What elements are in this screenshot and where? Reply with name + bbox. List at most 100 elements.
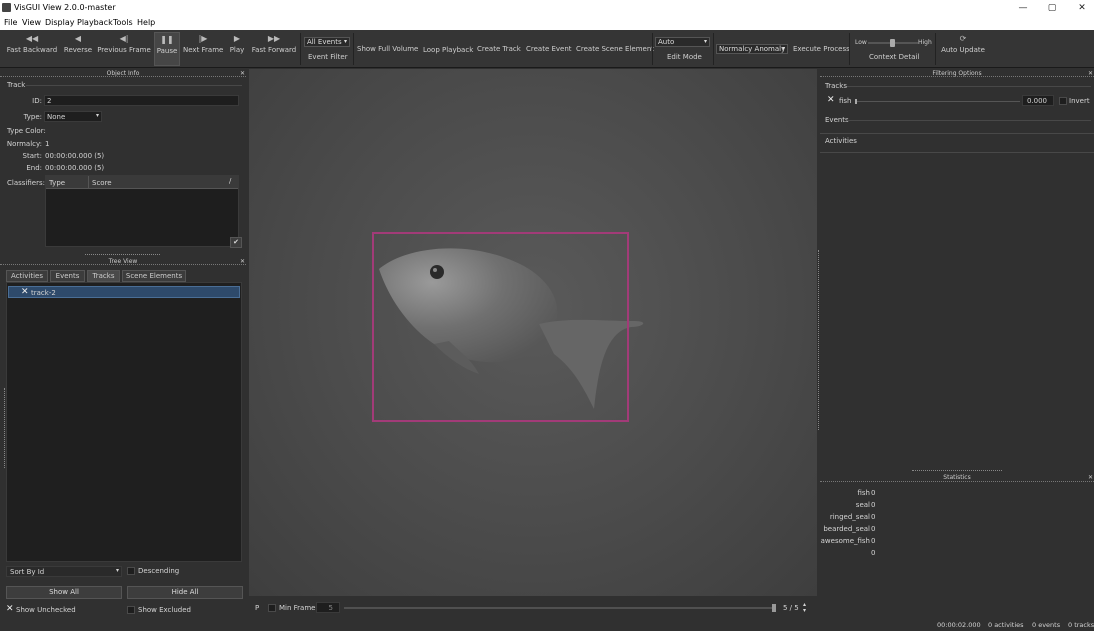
menu-tools[interactable]: Tools — [113, 18, 133, 27]
toolbar: ◀◀ Fast Backward ◀ Reverse ◀| Previous F… — [0, 30, 1094, 68]
splitter-handle[interactable] — [818, 250, 819, 430]
fish-filter-checkbox[interactable]: ✕ — [827, 96, 835, 105]
stat-value: 0 — [871, 537, 876, 545]
mode-select[interactable]: Auto ▾ — [655, 37, 710, 47]
panel-grip[interactable] — [820, 481, 1094, 482]
stat-label: bearded_seal — [823, 525, 870, 533]
item-checkbox[interactable]: ✕ — [21, 288, 29, 297]
id-field[interactable]: 2 — [44, 95, 239, 106]
track-bounding-box[interactable] — [372, 232, 629, 422]
show-unchecked-checkbox[interactable]: ✕ — [6, 605, 14, 614]
apply-button[interactable]: ✔ — [230, 237, 242, 248]
end-label: End: — [26, 164, 42, 172]
activities-filter-label: Activities — [825, 137, 857, 145]
panel-grip[interactable] — [0, 76, 246, 77]
refresh-icon: ⟳ — [959, 34, 967, 43]
pause-button[interactable]: ❚❚ Pause — [154, 32, 180, 66]
fish-threshold-slider[interactable] — [855, 99, 1020, 104]
playback-bar: P Min Frame 5 5 / 5 ▴ ▾ — [249, 598, 817, 618]
splitter-handle[interactable] — [912, 470, 1002, 472]
tab-activities[interactable]: Activities — [6, 270, 48, 282]
tab-events[interactable]: Events — [50, 270, 85, 282]
min-frame-spinbox[interactable]: 5 — [316, 602, 340, 613]
spin-down-icon[interactable]: ▾ — [803, 607, 806, 614]
stat-value: 0 — [871, 513, 876, 521]
list-item[interactable]: ✕ track-2 — [8, 286, 240, 298]
fish-threshold-spinbox[interactable]: 0.000 — [1022, 95, 1054, 106]
menu-playback[interactable]: Playback — [77, 18, 113, 27]
show-all-button[interactable]: Show All — [6, 586, 122, 599]
normalcy-select[interactable]: Normalcy Anomaly ▾ — [716, 44, 788, 54]
auto-update-button[interactable]: ⟳ Auto Update — [940, 32, 986, 66]
chevron-down-icon: ▾ — [781, 45, 785, 52]
create-track-button[interactable]: Create Track — [477, 45, 521, 53]
stat-value: 0 — [871, 525, 876, 533]
close-button[interactable]: ✕ — [1075, 2, 1089, 14]
show-full-volume-button[interactable]: Show Full Volume — [357, 45, 418, 53]
event-filter-button[interactable]: Event Filter — [308, 53, 348, 61]
tab-tracks[interactable]: Tracks — [87, 270, 120, 282]
execute-process-button[interactable]: Execute Process — [793, 45, 850, 53]
id-label: ID: — [32, 97, 42, 105]
stat-label: fish — [857, 489, 871, 497]
panel-grip[interactable] — [820, 76, 1094, 77]
start-value: 00:00:00.000 (5) — [45, 152, 105, 160]
minimize-button[interactable]: — — [1016, 2, 1030, 14]
tab-scene-elements[interactable]: Scene Elements — [122, 270, 186, 282]
loop-playback-button[interactable]: Loop Playback — [423, 46, 473, 54]
toolbar-separator — [713, 33, 714, 65]
sort-select[interactable]: Sort By Id ▾ — [6, 566, 122, 577]
next-frame-button[interactable]: |▶ Next Frame — [183, 32, 223, 66]
menu-display[interactable]: Display — [45, 18, 75, 27]
tracks-filter-label: Tracks — [825, 82, 847, 90]
stat-label: ringed_seal — [829, 513, 870, 521]
classifiers-table[interactable]: Type Score / — [45, 175, 239, 247]
slider-handle[interactable] — [890, 39, 895, 47]
context-detail-slider[interactable] — [868, 39, 918, 47]
create-scene-element-button[interactable]: Create Scene Element — [576, 45, 654, 53]
menu-file[interactable]: File — [4, 18, 17, 27]
panel-grip[interactable] — [0, 264, 246, 265]
fast-forward-icon: ▶▶ — [267, 34, 281, 43]
status-events: 0 events — [1032, 621, 1061, 629]
play-button[interactable]: ▶ Play — [227, 32, 247, 66]
divider — [847, 86, 1091, 87]
descending-checkbox[interactable] — [127, 567, 135, 575]
fast-backward-button[interactable]: ◀◀ Fast Backward — [6, 32, 58, 66]
column-header-type[interactable]: Type — [49, 179, 65, 187]
toolbar-separator — [849, 33, 850, 65]
splitter-handle[interactable] — [4, 388, 5, 468]
create-event-button[interactable]: Create Event — [526, 45, 572, 53]
divider — [26, 85, 242, 86]
close-panel-icon[interactable]: ✕ — [1088, 474, 1093, 481]
chevron-down-icon: ▾ — [115, 567, 119, 574]
context-detail-label: Context Detail — [869, 53, 920, 61]
fast-forward-button[interactable]: ▶▶ Fast Forward — [251, 32, 297, 66]
show-excluded-checkbox[interactable] — [127, 606, 135, 614]
menu-view[interactable]: View — [22, 18, 41, 27]
video-view[interactable] — [249, 69, 817, 596]
frame-slider[interactable] — [344, 604, 776, 612]
event-select[interactable]: All Events ▾ — [304, 37, 350, 47]
menu-help[interactable]: Help — [137, 18, 155, 27]
slider-handle[interactable] — [855, 99, 857, 104]
reverse-icon: ◀ — [74, 34, 82, 43]
context-low-label: Low — [855, 39, 867, 46]
column-header-score[interactable]: Score — [92, 179, 112, 187]
column-divider — [88, 176, 89, 189]
classifiers-table-header: Type Score / — [46, 176, 238, 189]
tree-list[interactable]: ✕ track-2 — [6, 282, 242, 562]
previous-frame-button[interactable]: ◀| Previous Frame — [97, 32, 151, 66]
edit-icon[interactable]: / — [229, 177, 231, 185]
fish-filter-label: fish — [839, 97, 852, 105]
invert-checkbox[interactable] — [1059, 97, 1067, 105]
stat-label: awesome_fish — [820, 537, 870, 545]
maximize-button[interactable]: ▢ — [1045, 2, 1059, 14]
type-select[interactable]: None ▾ — [44, 111, 102, 122]
hide-all-button[interactable]: Hide All — [127, 586, 243, 599]
splitter-handle[interactable] — [85, 254, 160, 256]
fast-backward-icon: ◀◀ — [25, 34, 39, 43]
slider-handle[interactable] — [772, 604, 776, 612]
min-frame-checkbox[interactable] — [268, 604, 276, 612]
reverse-button[interactable]: ◀ Reverse — [62, 32, 94, 66]
